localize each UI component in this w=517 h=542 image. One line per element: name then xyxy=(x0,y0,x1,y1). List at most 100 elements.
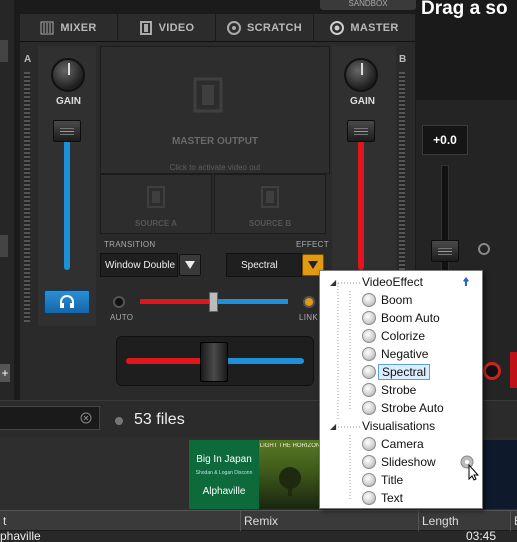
auto-label: AUTO xyxy=(110,313,134,322)
menu-item-label: Boom Auto xyxy=(381,311,440,325)
column-bpm[interactable]: B xyxy=(510,511,517,531)
menu-item-boom[interactable]: Boom xyxy=(362,291,412,309)
group-visualisations[interactable]: ◢ Visualisations xyxy=(330,417,435,435)
thumbnail-title: Big In Japan xyxy=(196,454,252,465)
menu-item-colorize[interactable]: Colorize xyxy=(362,327,425,345)
thumbnail-big-in-japan[interactable]: Big In Japan Shodan & Logan Disconn Alph… xyxy=(189,440,259,509)
menu-item-negative[interactable]: Negative xyxy=(362,345,428,363)
column-length[interactable]: Length xyxy=(418,511,510,531)
crossfader-handle[interactable] xyxy=(200,342,228,382)
sandbox-button[interactable]: SANDBOX xyxy=(320,0,416,10)
menu-item-strobe[interactable]: Strobe xyxy=(362,381,416,399)
column-remix[interactable]: Remix xyxy=(240,511,418,531)
left-edge-handle-2[interactable] xyxy=(0,235,8,257)
thumbnail-light-the-horizon[interactable]: LIGHT THE HORIZON xyxy=(259,440,321,509)
tab-scratch[interactable]: SCRATCH xyxy=(216,14,314,42)
left-add-button[interactable]: + xyxy=(0,364,10,382)
group-videoeffect-label: VideoEffect xyxy=(362,275,423,289)
gain-knob-a[interactable] xyxy=(51,58,85,92)
radio-icon xyxy=(362,329,376,343)
radio-icon xyxy=(362,401,376,415)
column-title[interactable]: t xyxy=(0,511,240,531)
right-deck-title: Drag a so xyxy=(421,0,508,19)
headphone-cue-button-a[interactable] xyxy=(44,290,90,314)
link-toggle[interactable] xyxy=(303,296,315,308)
film-icon xyxy=(139,21,152,35)
group-visualisations-label: Visualisations xyxy=(362,419,436,433)
video-crossfader-handle[interactable] xyxy=(209,292,218,312)
row-artist: phaville xyxy=(0,529,41,542)
thumbnail-artist: Alphaville xyxy=(202,486,246,497)
effect-select-value: Spectral xyxy=(241,259,278,271)
chevron-down-icon xyxy=(308,261,318,269)
menu-item-label: Negative xyxy=(381,347,429,361)
video-crossfader-left[interactable] xyxy=(140,299,214,304)
menu-item-label: Text xyxy=(381,491,404,505)
thumbnail-next[interactable] xyxy=(480,440,517,509)
pin-icon[interactable] xyxy=(460,276,472,288)
menu-item-slideshow[interactable]: Slideshow xyxy=(362,453,436,471)
auto-toggle[interactable] xyxy=(113,296,125,308)
volume-fader-b-handle[interactable] xyxy=(347,120,375,142)
tab-video[interactable]: VIDEO xyxy=(118,14,216,42)
radio-icon xyxy=(362,455,376,469)
left-deck-edge: + xyxy=(0,0,14,400)
menu-item-label: Strobe Auto xyxy=(381,401,444,415)
transition-label: TRANSITION xyxy=(104,240,156,249)
radio-icon xyxy=(362,491,376,505)
volume-fader-b-track[interactable] xyxy=(358,140,364,270)
clear-search-icon[interactable] xyxy=(80,412,92,424)
table-row[interactable]: phaville 03:45 xyxy=(0,529,517,542)
group-videoeffect[interactable]: ◢ VideoEffect xyxy=(330,273,423,291)
menu-item-text[interactable]: Text xyxy=(362,489,403,507)
radio-icon xyxy=(362,383,376,397)
volume-fader-a-track[interactable] xyxy=(64,140,70,270)
collapse-arrow-icon[interactable]: ◢ xyxy=(330,278,340,287)
menu-item-label: Colorize xyxy=(381,329,426,343)
menu-item-label: Strobe xyxy=(381,383,417,397)
radio-icon xyxy=(362,347,376,361)
deck-b-letter: B xyxy=(399,54,407,65)
radio-icon xyxy=(362,293,376,307)
link-label: LINK xyxy=(299,313,318,322)
search-input[interactable] xyxy=(0,406,100,430)
collapse-arrow-icon[interactable]: ◢ xyxy=(330,422,340,431)
gain-label-b: GAIN xyxy=(350,96,375,107)
gain-knob-b[interactable] xyxy=(344,58,378,92)
source-a-label: SOURCE A xyxy=(135,219,177,228)
tab-mixer[interactable]: MIXER xyxy=(20,14,118,42)
settings-gear-icon[interactable] xyxy=(458,453,480,481)
video-crossfader-right[interactable] xyxy=(214,299,288,304)
right-red-button[interactable] xyxy=(510,352,517,388)
effect-select[interactable]: Spectral xyxy=(226,253,302,277)
menu-item-camera[interactable]: Camera xyxy=(362,435,424,453)
row-length: 03:45 xyxy=(466,529,497,542)
transition-select-value: Window Double xyxy=(105,259,176,271)
vinyl-icon xyxy=(226,21,241,35)
record-button[interactable] xyxy=(483,362,501,380)
master-output-label: MASTER OUTPUT xyxy=(101,131,329,149)
radio-icon xyxy=(362,437,376,451)
deck-a-vu-meter xyxy=(24,72,30,322)
master-output-preview[interactable]: MASTER OUTPUT Click to activate video ou… xyxy=(100,46,330,174)
mixer-icon xyxy=(40,21,54,35)
radio-icon xyxy=(362,473,376,487)
transition-select[interactable]: Window Double xyxy=(100,253,178,277)
tab-scratch-label: SCRATCH xyxy=(246,22,303,34)
left-edge-handle[interactable] xyxy=(0,40,8,62)
pitch-reset-button[interactable] xyxy=(478,243,490,255)
volume-fader-a-handle[interactable] xyxy=(53,120,81,142)
menu-item-strobe-auto[interactable]: Strobe Auto xyxy=(362,399,444,417)
transition-dropdown-button[interactable] xyxy=(179,254,201,276)
radio-icon xyxy=(362,311,376,325)
tab-master-label: MASTER xyxy=(350,22,399,34)
film-icon xyxy=(261,186,279,208)
menu-item-title[interactable]: Title xyxy=(362,471,403,489)
source-b-preview[interactable]: SOURCE B xyxy=(214,174,326,234)
menu-item-boom-auto[interactable]: Boom Auto xyxy=(362,309,440,327)
tab-master[interactable]: MASTER xyxy=(314,14,415,42)
source-a-preview[interactable]: SOURCE A xyxy=(100,174,212,234)
pitch-slider-handle[interactable] xyxy=(431,240,459,262)
menu-item-spectral[interactable]: Spectral xyxy=(362,363,431,381)
status-dot xyxy=(115,417,123,425)
